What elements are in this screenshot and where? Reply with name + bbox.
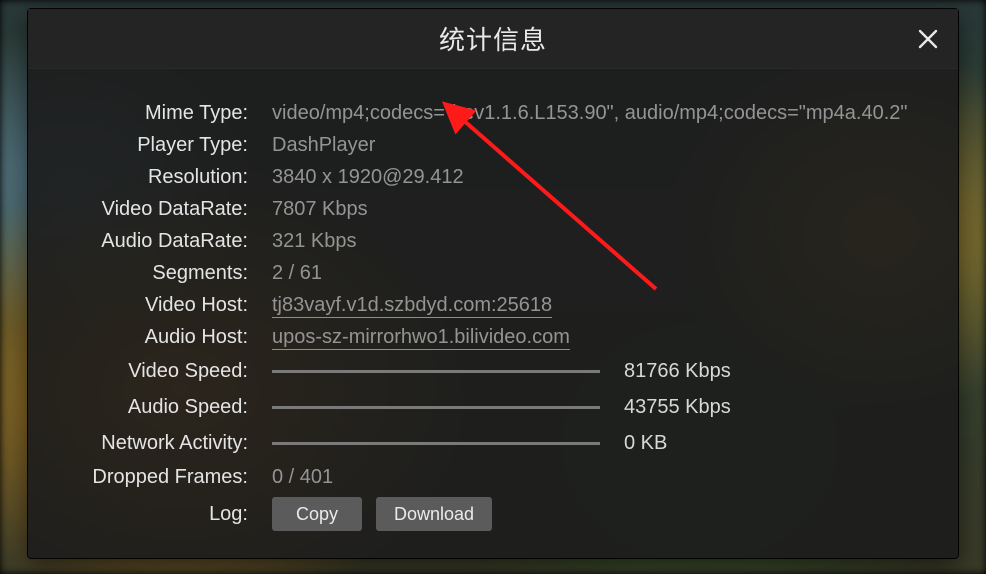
label-dropped-frames: Dropped Frames:: [28, 466, 260, 489]
row-audio-host: Audio Host: upos-sz-mirrorhwo1.bilivideo…: [28, 321, 958, 353]
label-video-speed: Video Speed:: [28, 360, 260, 383]
row-audio-speed: Audio Speed: 43755 Kbps: [28, 389, 958, 425]
stats-dialog: 统计信息 Mime Type: video/mp4;codecs="hev1.1…: [27, 8, 959, 559]
label-video-host: Video Host:: [28, 294, 260, 317]
copy-button[interactable]: Copy: [272, 497, 362, 531]
row-network-activity: Network Activity: 0 KB: [28, 425, 958, 461]
video-host-text: tj83vayf.v1d.szbdyd.com:25618: [272, 294, 552, 318]
close-button[interactable]: [912, 23, 944, 55]
audio-host-text: upos-sz-mirrorhwo1.bilivideo.com: [272, 326, 570, 350]
row-resolution: Resolution: 3840 x 1920@29.412: [28, 161, 958, 193]
label-network-activity: Network Activity:: [28, 432, 260, 455]
value-network-activity: 0 KB: [624, 432, 667, 455]
row-audio-datarate: Audio DataRate: 321 Kbps: [28, 225, 958, 257]
close-icon: [916, 27, 940, 51]
download-button[interactable]: Download: [376, 497, 492, 531]
dialog-title: 统计信息: [439, 20, 547, 57]
row-player-type: Player Type: DashPlayer: [28, 129, 958, 161]
row-dropped-frames: Dropped Frames: 0 / 401: [28, 461, 958, 493]
stats-table: Mime Type: video/mp4;codecs="hev1.1.6.L1…: [28, 97, 958, 535]
log-buttons: Copy Download: [260, 497, 492, 531]
bar-track: [272, 406, 600, 409]
value-audio-host: upos-sz-mirrorhwo1.bilivideo.com: [260, 326, 570, 349]
network-activity-bar: [272, 429, 600, 457]
value-dropped-frames: 0 / 401: [260, 466, 333, 489]
value-audio-speed: 43755 Kbps: [624, 396, 731, 419]
label-mime-type: Mime Type:: [28, 102, 260, 125]
row-video-speed: Video Speed: 81766 Kbps: [28, 353, 958, 389]
label-audio-speed: Audio Speed:: [28, 396, 260, 419]
value-audio-datarate: 321 Kbps: [260, 230, 357, 253]
row-segments: Segments: 2 / 61: [28, 257, 958, 289]
value-resolution: 3840 x 1920@29.412: [260, 166, 464, 189]
label-audio-datarate: Audio DataRate:: [28, 230, 260, 253]
label-player-type: Player Type:: [28, 134, 260, 157]
label-audio-host: Audio Host:: [28, 326, 260, 349]
bar-track: [272, 442, 600, 445]
value-player-type: DashPlayer: [260, 134, 375, 157]
label-segments: Segments:: [28, 262, 260, 285]
row-video-datarate: Video DataRate: 7807 Kbps: [28, 193, 958, 225]
row-log: Log: Copy Download: [28, 493, 958, 535]
value-mime-type: video/mp4;codecs="hev1.1.6.L153.90", aud…: [260, 102, 908, 125]
value-video-speed: 81766 Kbps: [624, 360, 731, 383]
video-speed-bar: [272, 357, 600, 385]
dialog-titlebar: 统计信息: [28, 9, 958, 69]
bar-track: [272, 370, 600, 373]
audio-speed-bar: [272, 393, 600, 421]
label-video-datarate: Video DataRate:: [28, 198, 260, 221]
value-segments: 2 / 61: [260, 262, 322, 285]
label-log: Log:: [28, 503, 260, 526]
row-mime-type: Mime Type: video/mp4;codecs="hev1.1.6.L1…: [28, 97, 958, 129]
value-video-datarate: 7807 Kbps: [260, 198, 368, 221]
row-video-host: Video Host: tj83vayf.v1d.szbdyd.com:2561…: [28, 289, 958, 321]
label-resolution: Resolution:: [28, 166, 260, 189]
value-video-host: tj83vayf.v1d.szbdyd.com:25618: [260, 294, 552, 317]
